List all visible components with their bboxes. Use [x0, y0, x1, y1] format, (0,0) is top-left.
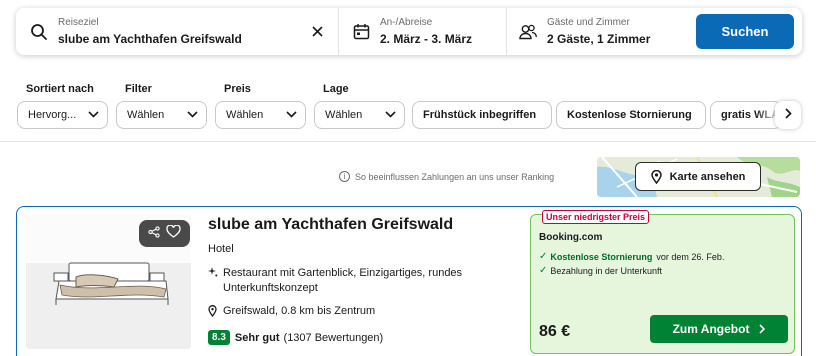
perk-payment-text: Bezahlung in der Unterkunft	[550, 265, 662, 276]
chevron-down-icon	[286, 109, 297, 121]
offer-box[interactable]: Booking.com ✓ Kostenlose Stornierung vor…	[530, 214, 795, 354]
rating-count: (1307 Bewertungen)	[283, 331, 384, 344]
sparkle-icon	[208, 266, 218, 296]
dates-field[interactable]: An-/Abreise 2. März - 3. März	[339, 8, 507, 55]
hotel-name[interactable]: slube am Yachthafen Greifswald	[208, 216, 453, 234]
sort-value: Hervorg...	[28, 109, 77, 121]
ranking-note-text: So beeinflussen Zahlungen an uns unser R…	[355, 171, 555, 182]
hotel-card[interactable]: slube am Yachthafen Greifswald Hotel Res…	[16, 206, 802, 356]
offer-perk-cancellation: ✓ Kostenlose Stornierung vor dem 26. Feb…	[539, 251, 724, 262]
hotel-features: Restaurant mit Gartenblick, Einzigartige…	[208, 266, 498, 296]
filter-value: Wählen	[127, 109, 165, 121]
divider	[0, 141, 816, 142]
chevron-down-icon	[187, 109, 198, 121]
chip-free-cancellation[interactable]: Kostenlose Stornierung	[556, 101, 706, 129]
destination-field[interactable]: Reiseziel slube am Yachthafen Greifswald	[16, 8, 339, 55]
rating-score: 8.3	[208, 330, 230, 345]
check-icon: ✓	[539, 251, 548, 262]
destination-input[interactable]: slube am Yachthafen Greifswald	[58, 31, 242, 47]
dates-label: An-/Abreise	[380, 16, 433, 28]
heart-icon[interactable]	[166, 223, 181, 243]
hotel-rating[interactable]: 8.3 Sehr gut (1307 Bewertungen)	[208, 330, 383, 345]
search-bar: Reiseziel slube am Yachthafen Greifswald…	[16, 8, 802, 55]
filter-label: Filter	[125, 83, 152, 95]
chevron-down-icon	[88, 109, 99, 121]
calendar-icon	[350, 21, 372, 43]
scroll-right-button[interactable]	[775, 101, 801, 129]
offer-price: 86 €	[539, 323, 571, 340]
view-map-button[interactable]: Karte ansehen	[635, 162, 761, 191]
search-icon	[28, 21, 50, 43]
lowest-price-badge: Unser niedrigster Preis	[542, 210, 650, 224]
clear-icon[interactable]	[308, 22, 326, 40]
chip-breakfast[interactable]: Frühstück inbegriffen	[412, 101, 552, 129]
hotel-features-text: Restaurant mit Gartenblick, Einzigartige…	[223, 267, 463, 294]
chip-label: Kostenlose Stornierung	[567, 109, 692, 121]
guests-value: 2 Gäste, 1 Zimmer	[547, 31, 651, 46]
chip-label: Frühstück inbegriffen	[423, 109, 537, 121]
hotel-location-text: Greifswald, 0.8 km bis Zentrum	[223, 305, 376, 317]
chevron-right-icon	[759, 324, 766, 334]
offer-perk-payment: ✓ Bezahlung in der Unterkunft	[539, 265, 662, 276]
guests-label: Gäste und Zimmer	[547, 16, 630, 28]
info-icon: i	[339, 171, 350, 182]
chip-wifi[interactable]: gratis WLAN	[710, 101, 782, 129]
share-icon[interactable]	[148, 225, 160, 243]
chevron-right-icon	[784, 106, 792, 124]
price-label: Preis	[224, 83, 251, 95]
location-label: Lage	[323, 83, 349, 95]
hotel-location: Greifswald, 0.8 km bis Zentrum	[208, 305, 375, 317]
dates-value: 2. März - 3. März	[380, 31, 473, 46]
offer-provider: Booking.com	[539, 232, 603, 243]
chevron-down-icon	[385, 109, 396, 121]
destination-label: Reiseziel	[58, 16, 99, 28]
filter-dropdown[interactable]: Wählen	[116, 101, 207, 129]
view-deal-label: Zum Angebot	[672, 322, 750, 336]
guests-field[interactable]: Gäste und Zimmer 2 Gäste, 1 Zimmer	[507, 8, 687, 55]
price-dropdown[interactable]: Wählen	[215, 101, 306, 129]
image-actions	[139, 220, 190, 247]
check-icon: ✓	[539, 265, 548, 276]
rating-word: Sehr gut	[234, 331, 280, 344]
view-map-label: Karte ansehen	[669, 170, 746, 183]
location-value: Wählen	[325, 109, 363, 121]
view-deal-button[interactable]: Zum Angebot	[650, 315, 788, 343]
location-pin-icon	[208, 305, 217, 317]
guests-icon	[517, 21, 539, 43]
price-value: Wählen	[226, 109, 264, 121]
perk-cancellation-rest: vor dem 26. Feb.	[656, 251, 725, 262]
sort-dropdown[interactable]: Hervorg...	[17, 101, 108, 129]
map-pin-icon	[650, 169, 662, 184]
perk-cancellation-strong: Kostenlose Stornierung	[550, 251, 653, 262]
location-dropdown[interactable]: Wählen	[314, 101, 405, 129]
search-button[interactable]: Suchen	[696, 14, 794, 49]
hotel-type: Hotel	[208, 243, 234, 255]
sort-label: Sortiert nach	[26, 83, 94, 95]
ranking-info-link[interactable]: i So beeinflussen Zahlungen an uns unser…	[339, 171, 554, 182]
